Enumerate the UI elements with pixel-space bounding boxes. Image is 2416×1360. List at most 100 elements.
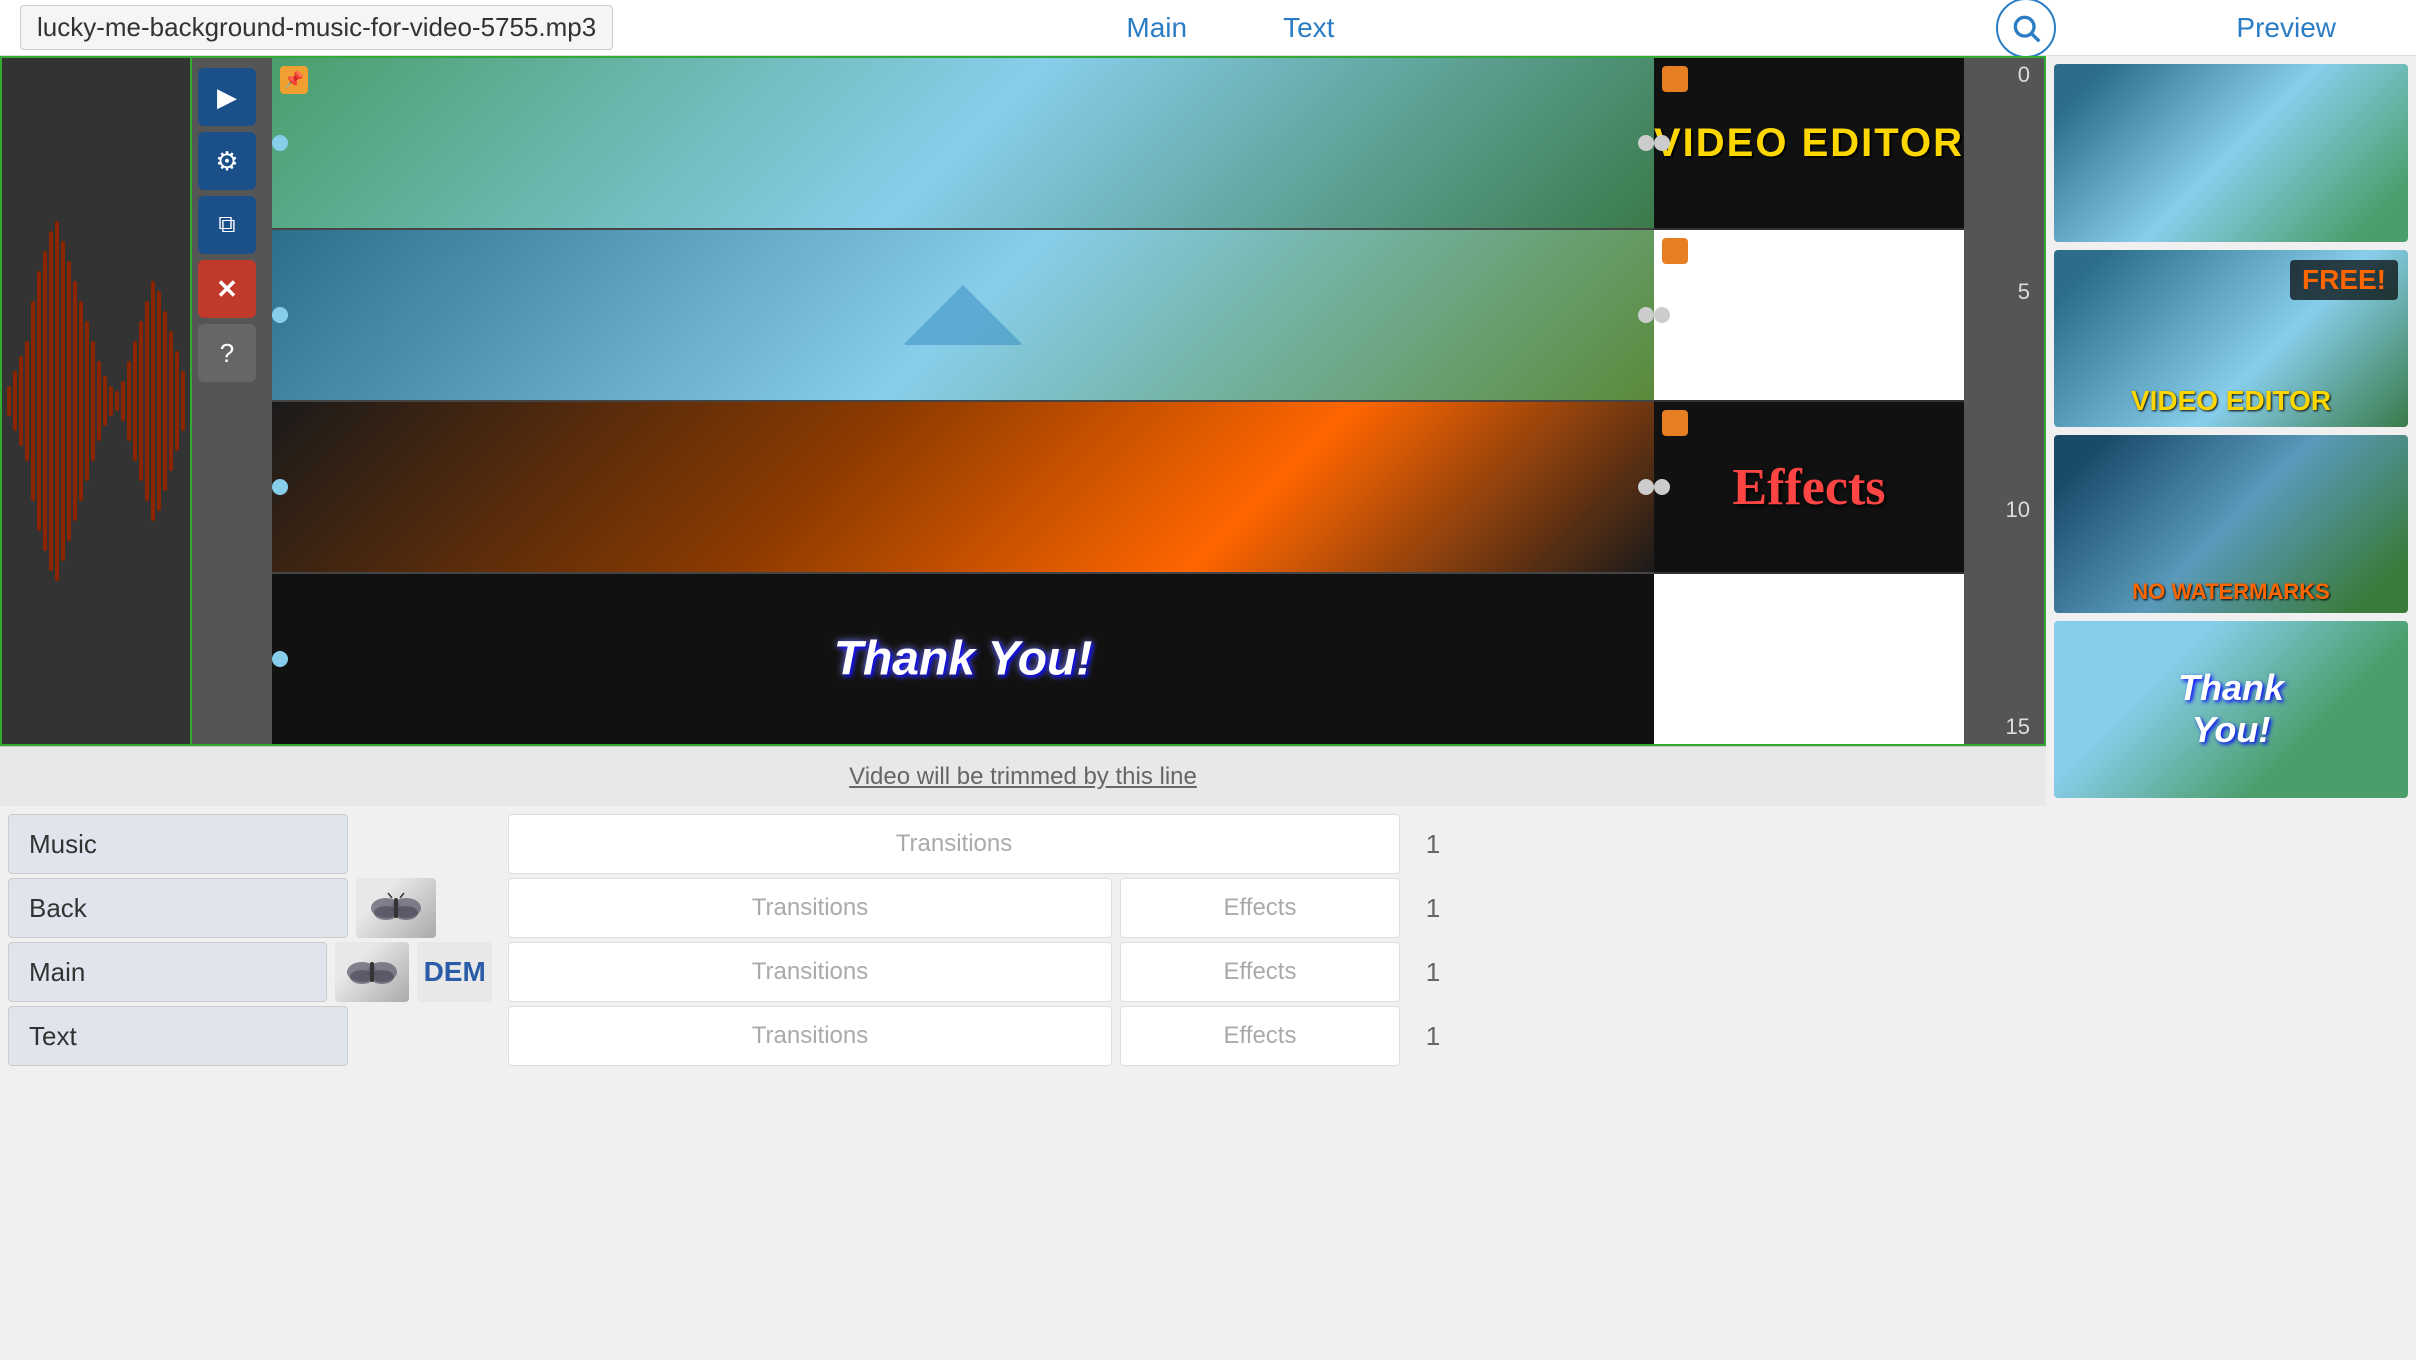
audio-waveform-strip <box>2 58 192 744</box>
bottom-right-spacer <box>1466 806 2416 1360</box>
effects-text: Effects <box>1732 458 1885 517</box>
video-row-thankyou[interactable]: Thank You! <box>272 574 1654 744</box>
connector-left-1 <box>272 135 288 151</box>
gear-icon: ⚙ <box>215 146 238 177</box>
video-content-area: 📌 <box>272 58 1964 744</box>
help-button[interactable]: ? <box>198 324 256 382</box>
timeline-main: ▶ ⚙ ⧉ ✕ ? <box>0 56 2046 746</box>
video-row-fire[interactable] <box>272 402 1654 574</box>
menu-back-button[interactable]: Back <box>8 878 348 938</box>
delete-button[interactable]: ✕ <box>198 260 256 318</box>
preview-panel: FREE! VIDEO EDITOR NO WATERMARKS Thank Y… <box>2046 56 2416 806</box>
text-strip-effects: Effects <box>1654 402 1964 574</box>
menu-music-button[interactable]: Music <box>8 814 348 874</box>
effects-btn-3[interactable]: Effects <box>1120 942 1400 1002</box>
pin-icon-text-2 <box>1662 238 1688 264</box>
timeline-container: ▶ ⚙ ⧉ ✕ ? <box>0 56 2046 806</box>
no-watermarks-text: NO WATERMARKS <box>2054 571 2408 613</box>
waveform <box>3 58 189 744</box>
transition-row-1: Transitions 1 <box>508 814 1458 874</box>
connector-right-1 <box>1638 135 1654 151</box>
thankyou-text: Thank You! <box>834 632 1093 687</box>
connector-left-2 <box>272 307 288 323</box>
transition-row-2: Transitions Effects 1 <box>508 878 1458 938</box>
text-strip-without-reg <box>1654 230 1964 402</box>
timeline-num-5: 5 <box>1974 279 2034 305</box>
controls-panel: ▶ ⚙ ⧉ ✕ ? <box>192 58 262 392</box>
transitions-btn-1[interactable]: Transitions <box>508 814 1400 874</box>
count-badge-1: 1 <box>1408 814 1458 874</box>
copy-icon: ⧉ <box>218 211 235 239</box>
video-row-hangglider[interactable] <box>272 230 1654 402</box>
connector-text-left-3 <box>1654 479 1670 495</box>
play-button[interactable]: ▶ <box>198 68 256 126</box>
close-icon: ✕ <box>216 274 238 305</box>
preview-button[interactable]: Preview <box>2236 12 2336 44</box>
butterfly-icon-1 <box>366 883 426 933</box>
timeline-num-10: 10 <box>1974 497 2034 523</box>
connector-left-3 <box>272 479 288 495</box>
video-editor-label: VIDEO EDITOR <box>2131 385 2331 416</box>
count-badge-2: 1 <box>1408 878 1458 938</box>
connector-right-2 <box>1638 307 1654 323</box>
connector-right-3 <box>1638 479 1654 495</box>
free-badge: FREE! <box>2290 260 2398 300</box>
dem-thumb: DEM <box>417 942 492 1002</box>
menu-main-button[interactable]: Main <box>8 942 327 1002</box>
search-icon <box>2010 12 2042 44</box>
thankyou-preview-text: Thank You! <box>2143 667 2320 751</box>
header-tabs: Main Text <box>1118 8 1342 48</box>
timeline-num-15: 15 <box>1974 714 2034 740</box>
help-icon: ? <box>220 338 234 369</box>
main-thumb <box>335 942 410 1002</box>
transitions-btn-2[interactable]: Transitions <box>508 878 1112 938</box>
search-button[interactable] <box>1996 0 2056 58</box>
transition-row-4: Transitions Effects 1 <box>508 1006 1458 1066</box>
timeline-num-0: 0 <box>1974 62 2034 88</box>
count-badge-3: 1 <box>1408 942 1458 1002</box>
tab-main[interactable]: Main <box>1118 8 1195 48</box>
menu-row-text: Text <box>8 1006 492 1066</box>
preview-thumb-landscape <box>2054 64 2408 242</box>
transitions-btn-3[interactable]: Transitions <box>508 942 1112 1002</box>
play-icon: ▶ <box>217 82 237 113</box>
center-bottom: Transitions 1 Transitions Effects 1 Tran… <box>500 806 1466 1360</box>
header: lucky-me-background-music-for-video-5755… <box>0 0 2416 56</box>
hangglider-shape <box>903 285 1023 345</box>
side-menu: Music Back <box>0 806 500 1360</box>
video-editor-preview-text: VIDEO EDITOR <box>2054 385 2408 417</box>
preview-thumb-thankyou: Thank You! <box>2054 621 2408 799</box>
transitions-btn-4[interactable]: Transitions <box>508 1006 1112 1066</box>
menu-row-main: Main DEM <box>8 942 492 1002</box>
dem-text: DEM <box>424 956 486 988</box>
effects-btn-2[interactable]: Effects <box>1120 878 1400 938</box>
no-watermarks-label: NO WATERMARKS <box>2132 579 2330 604</box>
tab-text[interactable]: Text <box>1275 8 1342 48</box>
trim-area: Video will be trimmed by this line <box>0 746 2046 806</box>
back-thumb <box>356 878 436 938</box>
connector-left-4 <box>272 651 288 667</box>
menu-row-music: Music <box>8 814 492 874</box>
top-area: ▶ ⚙ ⧉ ✕ ? <box>0 56 2416 806</box>
pin-icon-text-1 <box>1662 66 1688 92</box>
settings-button[interactable]: ⚙ <box>198 132 256 190</box>
pin-icon-1: 📌 <box>280 66 308 94</box>
video-editor-text: VIDEO EDITOR <box>1654 121 1964 166</box>
copy-button[interactable]: ⧉ <box>198 196 256 254</box>
text-strip-video-editor: VIDEO EDITOR <box>1654 58 1964 230</box>
video-column-right: VIDEO EDITOR Effects <box>1654 58 1964 744</box>
thankyou-preview-label: Thank You! <box>2178 667 2284 750</box>
filename-display: lucky-me-background-music-for-video-5755… <box>20 5 613 50</box>
main-layout: ▶ ⚙ ⧉ ✕ ? <box>0 56 2416 1360</box>
menu-text-button[interactable]: Text <box>8 1006 348 1066</box>
free-text: FREE! <box>2302 264 2386 295</box>
connector-text-left-2 <box>1654 307 1670 323</box>
count-badge-4: 1 <box>1408 1006 1458 1066</box>
connector-text-left-1 <box>1654 135 1670 151</box>
video-row-landscape[interactable]: 📌 <box>272 58 1654 230</box>
trim-line-text: Video will be trimmed by this line <box>849 763 1197 791</box>
thankyou-label: Thank You! <box>834 633 1093 686</box>
effects-btn-4[interactable]: Effects <box>1120 1006 1400 1066</box>
preview-thumb-hangglider: NO WATERMARKS <box>2054 435 2408 613</box>
butterfly-icon-2 <box>342 947 402 997</box>
